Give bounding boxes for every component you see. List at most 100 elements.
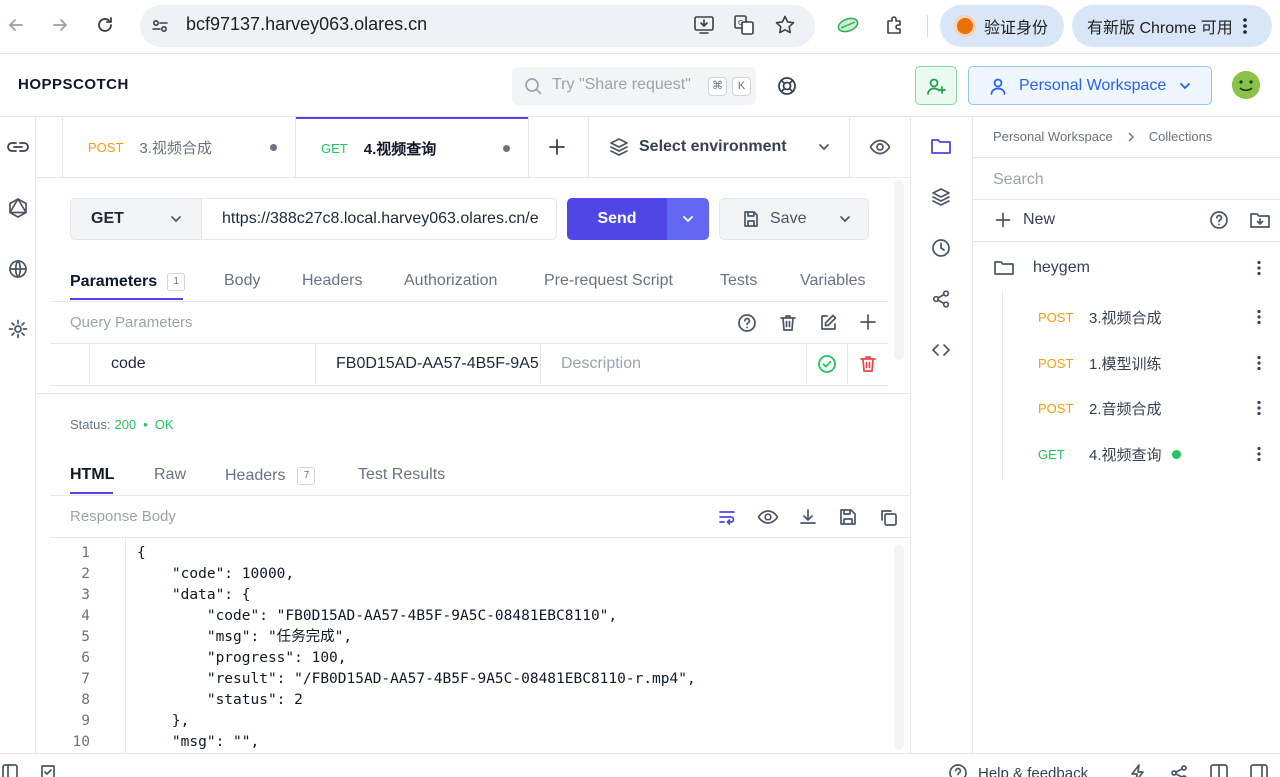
add-param-plus-icon[interactable] — [859, 313, 877, 331]
new-collection-button[interactable]: New — [995, 211, 1055, 229]
extensions-puzzle-icon[interactable] — [884, 14, 906, 36]
param-description-input[interactable]: Description — [561, 355, 641, 373]
share-app-icon[interactable] — [1170, 764, 1188, 777]
collections-search-input[interactable]: Search — [993, 171, 1044, 189]
download-icon[interactable] — [798, 507, 818, 527]
invite-user-button[interactable] — [915, 66, 957, 105]
environment-selector[interactable]: Select environment — [589, 117, 849, 177]
user-icon — [989, 77, 1007, 95]
send-options-button[interactable] — [667, 198, 709, 240]
send-button[interactable]: Send — [567, 198, 667, 240]
param-drag-handle[interactable] — [50, 344, 90, 384]
gutter-divider — [125, 538, 126, 753]
help-circle-icon[interactable] — [1209, 210, 1229, 230]
import-folder-icon[interactable] — [1249, 210, 1271, 230]
copy-icon[interactable] — [878, 507, 898, 527]
breadcrumb-leaf[interactable]: Collections — [1149, 129, 1213, 144]
share-nodes-icon[interactable] — [931, 289, 951, 309]
collection-heygem[interactable]: heygem — [993, 256, 1273, 280]
param-delete-trash-icon[interactable] — [858, 354, 878, 374]
code-snippet-icon[interactable] — [931, 340, 951, 360]
tab-parameters[interactable]: Parameters 1 — [70, 270, 186, 294]
line-number: 7 — [81, 671, 90, 687]
request-url-input[interactable]: https://388c27c8.local.harvey063.olares.… — [202, 198, 557, 240]
more-vert-icon[interactable] — [1257, 309, 1261, 325]
help-circle-icon[interactable] — [737, 313, 757, 333]
graphql-icon[interactable] — [7, 197, 29, 219]
sidebar-request-item[interactable]: GET 4.视频查询 — [1038, 442, 1273, 466]
right-sidebar-toggle-icon[interactable] — [1250, 764, 1268, 777]
more-vert-icon[interactable] — [1257, 355, 1261, 371]
response-code-editor[interactable]: 1 2 3 4 5 6 7 8 9 10 { "code": 10000, "d… — [50, 538, 890, 753]
settings-gear-icon[interactable] — [7, 318, 29, 340]
sidebar-request-item[interactable]: POST 3.视频合成 — [1038, 305, 1273, 329]
sidebar-request-item[interactable]: POST 2.音频合成 — [1038, 396, 1273, 420]
delete-all-trash-icon[interactable] — [778, 313, 798, 333]
tab-response-html[interactable]: HTML — [70, 466, 114, 484]
verify-identity-button[interactable]: 验证身份 — [940, 5, 1064, 47]
tab-variables[interactable]: Variables — [800, 272, 866, 290]
tasks-check-icon[interactable] — [40, 764, 56, 777]
sidebar-request-item[interactable]: POST 1.模型训练 — [1038, 351, 1273, 375]
sidebar-toggle-icon[interactable] — [2, 764, 18, 777]
new-tab-plus-icon[interactable] — [548, 138, 566, 156]
workspace-selector[interactable]: Personal Workspace — [968, 66, 1212, 105]
environments-layers-icon[interactable] — [931, 187, 951, 207]
translate-icon[interactable]: G — [733, 14, 755, 36]
tab-headers[interactable]: Headers — [302, 272, 362, 290]
shortcuts-bolt-icon[interactable] — [1129, 764, 1147, 777]
install-app-icon[interactable] — [693, 14, 715, 36]
reload-icon[interactable] — [95, 15, 115, 35]
param-enabled-check-icon[interactable] — [817, 354, 837, 374]
tab-authorization[interactable]: Authorization — [404, 272, 497, 290]
request-scrollbar[interactable] — [894, 180, 904, 360]
realtime-globe-icon[interactable] — [7, 258, 29, 280]
search-placeholder: Try "Share request" — [552, 76, 691, 93]
method-selector[interactable]: GET — [70, 198, 202, 240]
preview-eye-icon[interactable] — [757, 509, 779, 525]
user-avatar[interactable] — [1232, 71, 1260, 99]
pane-split-divider[interactable] — [36, 393, 910, 394]
rest-link-icon[interactable] — [6, 136, 30, 158]
tab-response-headers[interactable]: Headers 7 — [225, 464, 316, 488]
wrap-lines-icon[interactable] — [717, 507, 737, 527]
tab-unsaved-dot[interactable] — [270, 143, 277, 151]
tab-response-raw[interactable]: Raw — [154, 466, 186, 484]
layout-columns-icon[interactable] — [1210, 764, 1228, 777]
more-vert-icon[interactable] — [1257, 260, 1261, 276]
site-info-icon[interactable] — [150, 16, 170, 36]
back-icon[interactable] — [6, 15, 26, 35]
environment-eye-icon[interactable] — [869, 138, 891, 156]
breadcrumb-chevron-icon — [1127, 132, 1135, 142]
app-brand[interactable]: HOPPSCOTCH — [18, 76, 129, 93]
code-line: "data": { — [137, 587, 251, 603]
more-vert-icon[interactable] — [1257, 446, 1261, 462]
extension-leaf-icon[interactable] — [836, 14, 860, 36]
support-lifebuoy-icon[interactable] — [776, 75, 798, 97]
collections-folder-icon[interactable] — [930, 136, 952, 156]
main-sidebar-divider[interactable] — [910, 117, 911, 753]
code-line: "code": 10000, — [137, 566, 295, 582]
param-key-input[interactable]: code — [111, 355, 146, 373]
tab-body[interactable]: Body — [224, 272, 260, 290]
tab-request-post[interactable]: POST 3.视频合成 — [63, 117, 295, 177]
tab-prerequest-script[interactable]: Pre-request Script — [544, 272, 673, 290]
response-scrollbar[interactable] — [894, 545, 904, 750]
breadcrumb-root[interactable]: Personal Workspace — [993, 129, 1113, 144]
tab-request-get[interactable]: GET 4.视频查询 — [296, 117, 528, 177]
help-feedback-button[interactable]: Help & feedback — [948, 763, 1088, 777]
tab-test-results[interactable]: Test Results — [358, 466, 445, 484]
forward-icon[interactable] — [50, 15, 70, 35]
tab-tests[interactable]: Tests — [720, 272, 757, 290]
save-response-icon[interactable] — [838, 507, 858, 527]
param-value-input[interactable]: FB0D15AD-AA57-4B5F-9A5 — [336, 355, 540, 373]
bookmark-star-icon[interactable] — [774, 14, 796, 36]
bulk-edit-pencil-icon[interactable] — [818, 313, 838, 333]
environment-label: Select environment — [639, 138, 787, 155]
history-clock-icon[interactable] — [931, 238, 951, 258]
tab-unsaved-dot[interactable] — [503, 144, 510, 152]
save-button[interactable]: Save — [719, 198, 869, 240]
more-vert-icon[interactable] — [1257, 400, 1261, 416]
url-text[interactable]: bcf97137.harvey063.olares.cn — [186, 14, 427, 35]
chrome-update-button[interactable]: 有新版 Chrome 可用 — [1072, 5, 1272, 47]
